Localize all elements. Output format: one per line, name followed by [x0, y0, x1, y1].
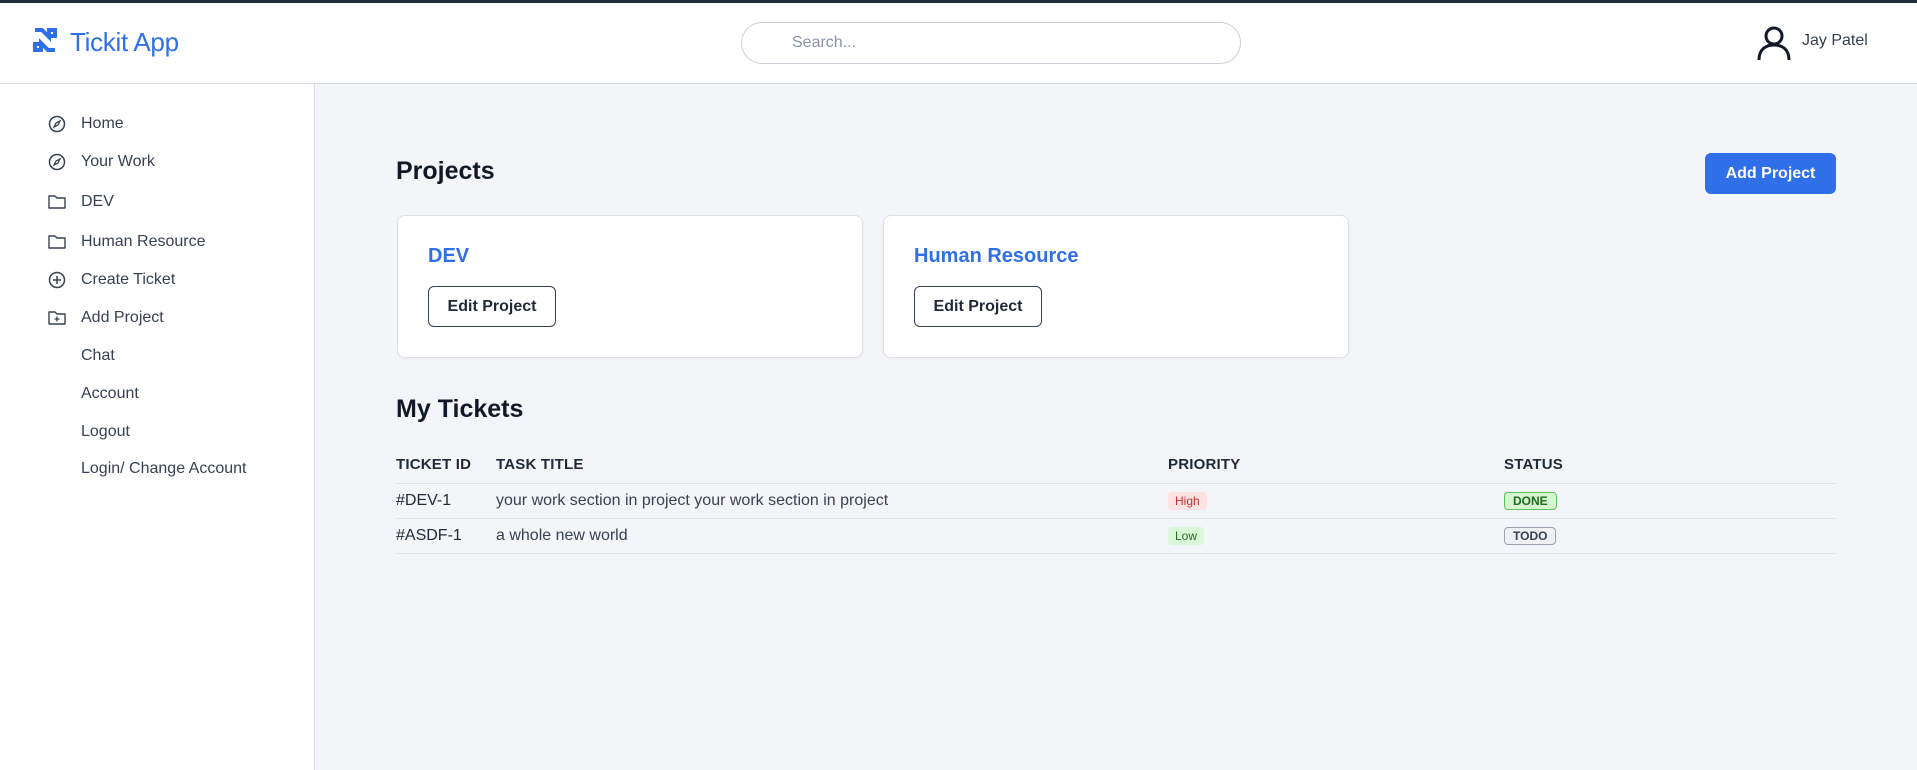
app-title: Tickit App — [70, 27, 179, 57]
status-badge[interactable]: TODO — [1504, 526, 1557, 545]
priority-badge: Low — [1168, 526, 1205, 545]
sidebar-item-label: DEV — [81, 193, 114, 210]
my-tickets-title: My Tickets — [396, 395, 524, 423]
user-profile[interactable]: Jay Patel — [1756, 25, 1868, 66]
column-header-ticket-id: TICKET ID — [396, 446, 496, 484]
tickit-logo-icon — [32, 27, 58, 58]
column-header-priority: PRIORITY — [1168, 446, 1504, 484]
sidebar-item-label: Create Ticket — [81, 271, 176, 288]
sidebar-item-label: Login/ Change Account — [81, 460, 247, 477]
project-card-title[interactable]: Human Resource — [914, 245, 1079, 268]
user-icon — [1756, 25, 1792, 66]
ticket-id[interactable]: #ASDF-1 — [396, 518, 496, 554]
status-cell: TODO — [1504, 518, 1836, 554]
add-project-button[interactable]: Add Project — [1705, 153, 1836, 194]
sidebar-item-add-project[interactable]: Add Project — [47, 306, 164, 330]
folder-icon — [47, 192, 67, 212]
ticket-title[interactable]: your work section in project your work s… — [496, 483, 1168, 519]
search-input[interactable] — [741, 22, 1241, 64]
sidebar-item-label: Home — [81, 115, 124, 132]
sidebar-item-your-work[interactable]: Your Work — [47, 150, 155, 174]
top-bar: Tickit App Jay Patel — [0, 3, 1917, 84]
priority-cell: High — [1168, 483, 1504, 519]
sidebar-item-human-resource[interactable]: Human Resource — [47, 230, 206, 254]
table-header-row: TICKET ID TASK TITLE PRIORITY STATUS — [396, 446, 1836, 484]
ticket-id[interactable]: #DEV-1 — [396, 483, 496, 519]
sidebar-item-home[interactable]: Home — [47, 112, 124, 136]
project-card: DEV Edit Project — [397, 215, 863, 358]
column-header-status: STATUS — [1504, 446, 1836, 484]
column-header-task-title: TASK TITLE — [496, 446, 1168, 484]
edit-project-button[interactable]: Edit Project — [914, 286, 1042, 327]
priority-badge: High — [1168, 491, 1207, 510]
project-card-title[interactable]: DEV — [428, 245, 469, 268]
sidebar-item-label: Human Resource — [81, 233, 206, 250]
projects-title: Projects — [396, 157, 495, 185]
project-card: Human Resource Edit Project — [883, 215, 1349, 358]
edit-project-button[interactable]: Edit Project — [428, 286, 556, 327]
compass-icon — [47, 152, 67, 172]
status-badge[interactable]: DONE — [1504, 491, 1557, 510]
tickets-table: TICKET ID TASK TITLE PRIORITY STATUS #DE… — [396, 446, 1836, 554]
sidebar-item-label: Account — [81, 385, 139, 402]
table-row[interactable]: #ASDF-1 a whole new world Low TODO — [396, 518, 1836, 554]
sidebar-item-label: Your Work — [81, 153, 155, 170]
folder-plus-icon — [47, 308, 67, 328]
sidebar-item-account[interactable]: Account — [81, 382, 139, 406]
plus-circle-icon — [47, 270, 67, 290]
sidebar-item-login-change-account[interactable]: Login/ Change Account — [81, 457, 246, 481]
sidebar-item-logout[interactable]: Logout — [81, 420, 130, 444]
folder-icon — [47, 232, 67, 252]
compass-icon — [47, 114, 67, 134]
ticket-title[interactable]: a whole new world — [496, 518, 1168, 554]
priority-cell: Low — [1168, 518, 1504, 554]
sidebar-item-label: Logout — [81, 423, 130, 440]
status-cell: DONE — [1504, 483, 1836, 519]
sidebar-item-label: Add Project — [81, 309, 164, 326]
sidebar-item-dev[interactable]: DEV — [47, 190, 114, 214]
table-row[interactable]: #DEV-1 your work section in project your… — [396, 483, 1836, 519]
sidebar-item-chat[interactable]: Chat — [81, 344, 115, 368]
brand[interactable]: Tickit App — [32, 27, 179, 58]
sidebar-item-create-ticket[interactable]: Create Ticket — [47, 268, 175, 292]
main-content: Projects Add Project DEV Edit Project Hu… — [316, 84, 1917, 770]
sidebar-item-label: Chat — [81, 347, 115, 364]
sidebar: Home Your Work DEV Human Resource Create… — [0, 84, 315, 770]
user-name: Jay Patel — [1802, 31, 1868, 49]
